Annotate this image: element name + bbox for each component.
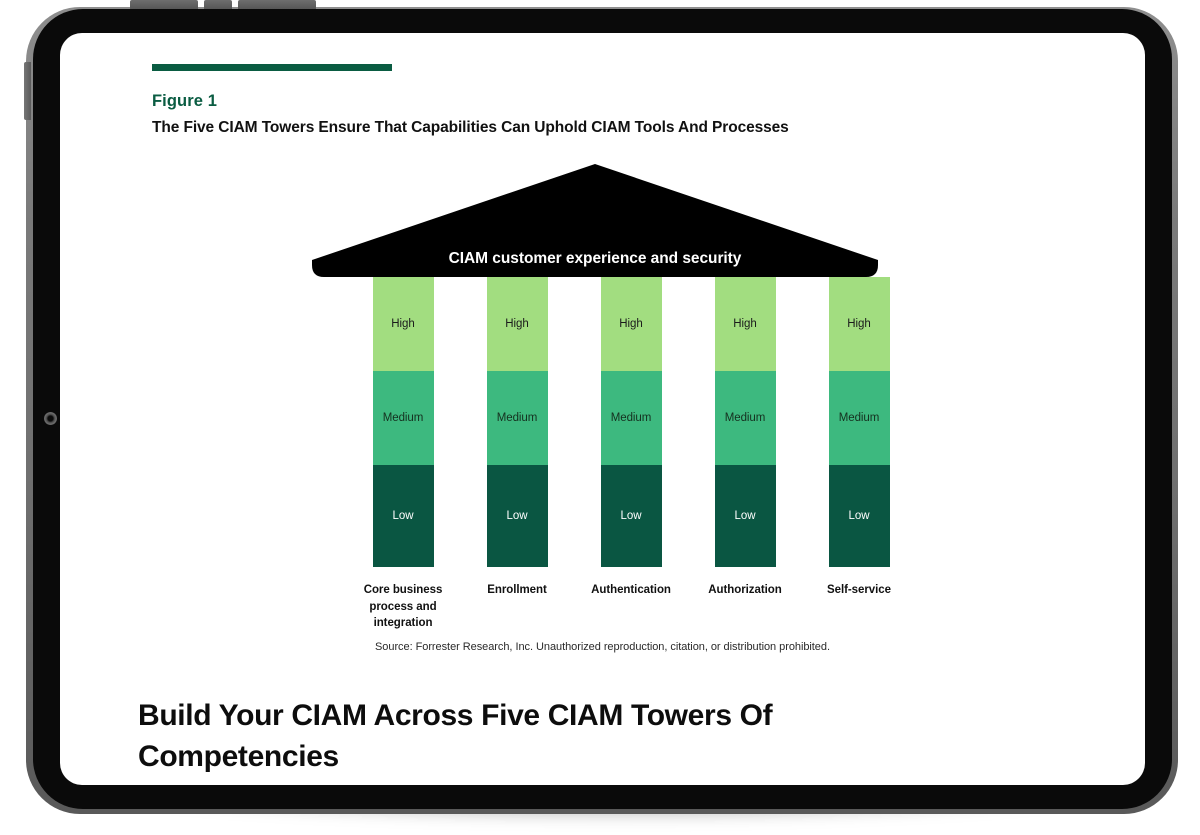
column-bar: High Medium Low xyxy=(486,277,548,567)
column-label: Authorization xyxy=(708,584,782,596)
column-bar: High Medium Low xyxy=(828,277,890,567)
column-bar: High Medium Low xyxy=(714,277,776,567)
band-high: High xyxy=(714,277,776,371)
column-self-service: High Medium Low Self-service xyxy=(802,277,916,599)
column-label: Enrollment xyxy=(487,584,547,596)
band-medium: Medium xyxy=(372,371,434,465)
column-bar: High Medium Low xyxy=(372,277,434,567)
column-enrollment: High Medium Low Enrollment xyxy=(460,277,574,599)
band-low: Low xyxy=(714,465,776,567)
band-medium: Medium xyxy=(600,371,662,465)
band-medium: Medium xyxy=(714,371,776,465)
band-high: High xyxy=(600,277,662,371)
band-high: High xyxy=(372,277,434,371)
column-label: Authentication xyxy=(591,584,671,596)
band-low: Low xyxy=(600,465,662,567)
top-button-c[interactable] xyxy=(238,0,316,9)
band-low: Low xyxy=(828,465,890,567)
ciam-temple-diagram: CIAM customer experience and security Hi… xyxy=(60,33,1145,785)
band-high: High xyxy=(486,277,548,371)
source-note: Source: Forrester Research, Inc. Unautho… xyxy=(375,641,830,653)
front-camera-icon xyxy=(44,412,57,425)
roof-label: CIAM customer experience and security xyxy=(448,250,742,267)
column-bar: High Medium Low xyxy=(600,277,662,567)
column-authorization: High Medium Low Authorization xyxy=(688,277,802,599)
top-button-a[interactable] xyxy=(130,0,198,9)
tablet-screen: Figure 1 The Five CIAM Towers Ensure Tha… xyxy=(60,33,1145,785)
column-label: Core business process and integration xyxy=(363,584,443,629)
top-button-b[interactable] xyxy=(204,0,232,9)
band-high: High xyxy=(828,277,890,371)
page-headline: Build Your CIAM Across Five CIAM Towers … xyxy=(138,699,773,773)
column-authentication: High Medium Low Authentication xyxy=(574,277,688,599)
band-low: Low xyxy=(486,465,548,567)
column-label: Self-service xyxy=(827,584,891,596)
left-volume-button[interactable] xyxy=(24,62,31,120)
band-medium: Medium xyxy=(828,371,890,465)
band-low: Low xyxy=(372,465,434,567)
column-core-business: High Medium Low Core business process an… xyxy=(346,277,460,632)
band-medium: Medium xyxy=(486,371,548,465)
